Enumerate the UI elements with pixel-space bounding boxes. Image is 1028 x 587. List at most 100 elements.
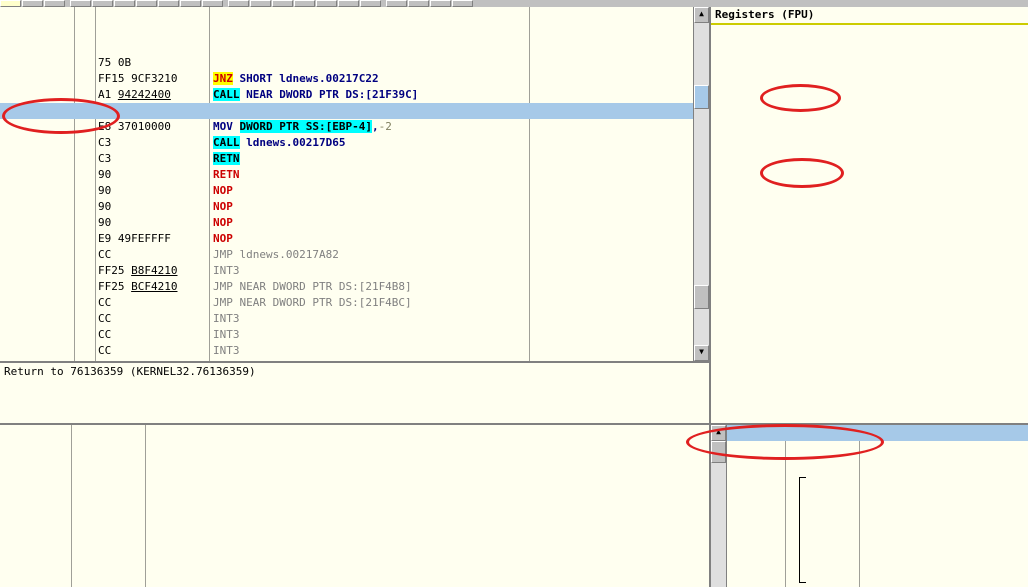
- stack-row[interactable]: [727, 425, 1028, 441]
- stack-rows[interactable]: [727, 425, 1028, 585]
- flag-row-d[interactable]: [711, 297, 1028, 313]
- stack-scroll-up-icon[interactable]: ▲: [711, 425, 726, 441]
- dump-row[interactable]: [0, 521, 709, 537]
- registers-rows[interactable]: [711, 25, 1028, 423]
- disassembly-row[interactable]: 75 0B JNZ SHORT ldnews.00217C22: [0, 7, 709, 85]
- disassembly-row[interactable]: C3 RETN: [0, 87, 709, 165]
- disassembly-row[interactable]: 90 NOP: [0, 167, 709, 245]
- stack-row[interactable]: [727, 569, 1028, 585]
- memory-dump-rows[interactable]: [0, 425, 709, 585]
- disassembly-rows[interactable]: 75 0B JNZ SHORT ldnews.00217C22 FF15 9CF…: [0, 7, 709, 361]
- flag-row-z[interactable]: [711, 249, 1028, 265]
- fpu-register-row[interactable]: [711, 409, 1028, 423]
- disassembly-row[interactable]: CC INT3: [0, 247, 709, 325]
- stack-row[interactable]: [727, 521, 1028, 537]
- disassembly-row[interactable]: CC INT3: [0, 199, 709, 277]
- toolbar-button-references[interactable]: [360, 0, 381, 7]
- dump-row[interactable]: [0, 505, 709, 521]
- toolbar-button-trace-over[interactable]: [180, 0, 201, 7]
- dump-row[interactable]: [0, 441, 709, 457]
- register-row-eax[interactable]: [711, 25, 1028, 41]
- disassembly-row[interactable]: FF15 9CF3210 CALL NEAR DWORD PTR DS:[21F…: [0, 23, 709, 101]
- disassembly-row[interactable]: A1 94242400 MOV EAX,DWORD PTR DS:[242494…: [0, 39, 709, 117]
- register-row-esp[interactable]: [711, 89, 1028, 105]
- toolbar-button-log-window[interactable]: [228, 0, 249, 7]
- dump-row[interactable]: [0, 473, 709, 489]
- toolbar-button-step-into[interactable]: [114, 0, 135, 7]
- flag-row-t[interactable]: [711, 281, 1028, 297]
- dump-row[interactable]: [0, 489, 709, 505]
- disassembly-row[interactable]: C3 RETN: [0, 103, 709, 181]
- dump-row[interactable]: [0, 425, 709, 441]
- fpu-register-row[interactable]: [711, 393, 1028, 409]
- toolbar-button-options[interactable]: [430, 0, 451, 7]
- dump-row[interactable]: [0, 457, 709, 473]
- toolbar-button-execute-till-return[interactable]: [202, 0, 223, 7]
- scroll-up-icon[interactable]: ▲: [694, 7, 709, 23]
- disassembly-row[interactable]: C745 FC FEFFI MOV DWORD PTR SS:[EBP-4],-…: [0, 55, 709, 133]
- flag-row-o[interactable]: [711, 313, 1028, 329]
- toolbar-button-modules[interactable]: [250, 0, 271, 7]
- dump-row[interactable]: [0, 569, 709, 585]
- register-row-ebx[interactable]: [711, 73, 1028, 89]
- stack-row[interactable]: [727, 553, 1028, 569]
- toolbar-button-call-stack[interactable]: [316, 0, 337, 7]
- toolbar-button-threads[interactable]: [294, 0, 315, 7]
- toolbar-button-open[interactable]: [0, 0, 21, 7]
- toolbar-button-help[interactable]: [452, 0, 473, 7]
- efl-row[interactable]: [711, 345, 1028, 361]
- register-row-eip[interactable]: [711, 169, 1028, 185]
- toolbar-button-pause[interactable]: [92, 0, 113, 7]
- toolbar-button-step-over[interactable]: [136, 0, 157, 7]
- register-row-edi[interactable]: [711, 137, 1028, 153]
- toolbar-button-trace-in[interactable]: [158, 0, 179, 7]
- toolbar-button-memory-map[interactable]: [272, 0, 293, 7]
- register-row-ebp[interactable]: [711, 105, 1028, 121]
- disassembly-row[interactable]: FF25 B8F4210 JMP NEAR DWORD PTR DS:[21F4…: [0, 215, 709, 293]
- disassembly-row[interactable]: CC INT3: [0, 279, 709, 357]
- stack-scrollbar-thumb[interactable]: [711, 441, 726, 463]
- flag-row-a[interactable]: [711, 233, 1028, 249]
- stack-scrollbar[interactable]: ▲: [711, 425, 727, 587]
- stack-row[interactable]: [727, 473, 1028, 489]
- disassembly-row[interactable]: 90 NOP: [0, 135, 709, 213]
- fpu-register-row[interactable]: [711, 377, 1028, 393]
- disassembly-row[interactable]: 90 NOP: [0, 151, 709, 229]
- disassembly-row[interactable]: E9 49FEFFFF JMP ldnews.00217A82: [0, 183, 709, 261]
- flag-row-c[interactable]: [711, 201, 1028, 217]
- scrollbar-thumb-secondary[interactable]: [694, 285, 709, 309]
- toolbar-button-run-trace[interactable]: [386, 0, 407, 7]
- scrollbar-thumb[interactable]: [694, 85, 709, 109]
- register-row-edx[interactable]: [711, 57, 1028, 73]
- register-row-esi[interactable]: [711, 121, 1028, 137]
- registers-pane[interactable]: Registers (FPU): [710, 7, 1028, 424]
- disassembly-scrollbar[interactable]: ▲ ▼: [693, 7, 709, 361]
- disassembly-pane[interactable]: 75 0B JNZ SHORT ldnews.00217C22 FF15 9CF…: [0, 7, 710, 362]
- stack-row[interactable]: [727, 489, 1028, 505]
- disassembly-row[interactable]: CC INT3: [0, 311, 709, 361]
- dump-row[interactable]: [0, 537, 709, 553]
- memory-dump-pane[interactable]: [0, 424, 710, 587]
- disassembly-row[interactable]: E8 37010000 CALL ldnews.00217D65: [0, 71, 709, 149]
- register-row-ecx[interactable]: [711, 41, 1028, 57]
- toolbar-button-close[interactable]: [44, 0, 65, 7]
- disassembly-row[interactable]: CC INT3: [0, 327, 709, 343]
- disassembly-row[interactable]: CC INT3: [0, 263, 709, 341]
- flag-row-s[interactable]: [711, 265, 1028, 281]
- disassembly-row[interactable]: FF25 BCF4210 JMP NEAR DWORD PTR DS:[21F4…: [0, 231, 709, 309]
- disassembly-row[interactable]: CC INT3: [0, 295, 709, 361]
- stack-pane[interactable]: ▲: [710, 424, 1028, 587]
- scroll-down-icon[interactable]: ▼: [694, 345, 709, 361]
- disassembly-row[interactable]: 90 NOP: [0, 119, 709, 197]
- disassembly-row[interactable]: CC INT3: [0, 343, 709, 359]
- dump-row[interactable]: [0, 553, 709, 569]
- toolbar-button-source[interactable]: [408, 0, 429, 7]
- toolbar-button-run[interactable]: [70, 0, 91, 7]
- stack-row[interactable]: [727, 441, 1028, 457]
- stack-row[interactable]: [727, 457, 1028, 473]
- toolbar-button-breakpoints[interactable]: [338, 0, 359, 7]
- stack-row[interactable]: [727, 537, 1028, 553]
- toolbar-button-restart[interactable]: [22, 0, 43, 7]
- flag-row-p[interactable]: [711, 217, 1028, 233]
- stack-row[interactable]: [727, 505, 1028, 521]
